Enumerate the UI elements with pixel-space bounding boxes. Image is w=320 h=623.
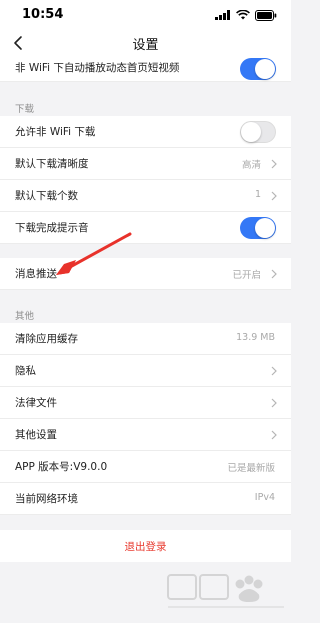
row-label: 默认下载清晰度 <box>15 158 89 170</box>
row-default-download-count[interactable]: 默认下载个数 1 <box>0 180 291 212</box>
chevron-right-icon <box>271 191 277 201</box>
battery-icon <box>255 9 277 21</box>
row-legal-documents[interactable]: 法律文件 <box>0 387 291 419</box>
wifi-icon <box>236 10 250 20</box>
annotation-arrow <box>56 232 132 275</box>
row-privacy[interactable]: 隐私 <box>0 355 291 387</box>
row-label: 隐私 <box>15 365 36 377</box>
row-autoplay-video[interactable]: 非 WiFi 下自动播放动态首页短视频 <box>0 56 291 82</box>
row-allow-non-wifi-download[interactable]: 允许非 WiFi 下载 <box>0 116 291 148</box>
chevron-right-icon <box>271 398 277 408</box>
status-bar: 10:54 <box>0 0 291 30</box>
chevron-right-icon <box>271 269 277 279</box>
chevron-right-icon <box>271 430 277 440</box>
toggle-download-complete-sound[interactable] <box>240 217 276 239</box>
section-header-download: 下载 <box>15 104 35 115</box>
row-label: 允许非 WiFi 下载 <box>15 126 96 138</box>
row-value: IPv4 <box>254 492 275 503</box>
row-app-version[interactable]: APP 版本号:V9.0.0 已是最新版 <box>0 451 291 483</box>
page-title: 设置 <box>132 38 159 53</box>
row-value: 1 <box>254 189 261 200</box>
row-default-download-quality[interactable]: 默认下载清晰度 高清 <box>0 148 291 180</box>
signal-icon <box>215 10 230 20</box>
row-label: 其他设置 <box>15 429 57 441</box>
row-value: 高清 <box>241 160 261 171</box>
chevron-right-icon <box>271 159 277 169</box>
chevron-right-icon <box>271 366 277 376</box>
logout-label: 退出登录 <box>124 541 167 553</box>
toggle-autoplay-video[interactable] <box>240 58 276 80</box>
row-label: APP 版本号:V9.0.0 <box>15 461 108 473</box>
row-label: 清除应用缓存 <box>15 333 78 345</box>
nav-bar: 设置 <box>0 30 291 56</box>
baidu-watermark <box>167 574 284 608</box>
row-value: 已开启 <box>232 270 261 281</box>
toggle-knob <box>255 59 275 79</box>
row-clear-cache[interactable]: 清除应用缓存 13.9 MB <box>0 323 291 355</box>
row-value: 已是最新版 <box>227 463 275 474</box>
toggle-knob <box>241 122 261 142</box>
row-other-settings[interactable]: 其他设置 <box>0 419 291 451</box>
row-network-environment[interactable]: 当前网络环境 IPv4 <box>0 483 291 515</box>
row-label: 当前网络环境 <box>15 493 78 505</box>
row-value: 13.9 MB <box>236 332 275 343</box>
status-icons <box>215 9 277 21</box>
status-time: 10:54 <box>22 7 64 22</box>
toggle-non-wifi-download[interactable] <box>240 121 276 143</box>
row-label: 默认下载个数 <box>15 190 78 202</box>
row-message-push[interactable]: 消息推送 已开启 <box>0 258 291 290</box>
row-download-complete-sound[interactable]: 下载完成提示音 <box>0 212 291 244</box>
logout-button[interactable]: 退出登录 <box>0 530 291 562</box>
row-label: 非 WiFi 下自动播放动态首页短视频 <box>15 62 180 74</box>
row-label: 法律文件 <box>15 397 57 409</box>
section-header-other: 其他 <box>15 311 35 322</box>
toggle-knob <box>255 218 275 238</box>
